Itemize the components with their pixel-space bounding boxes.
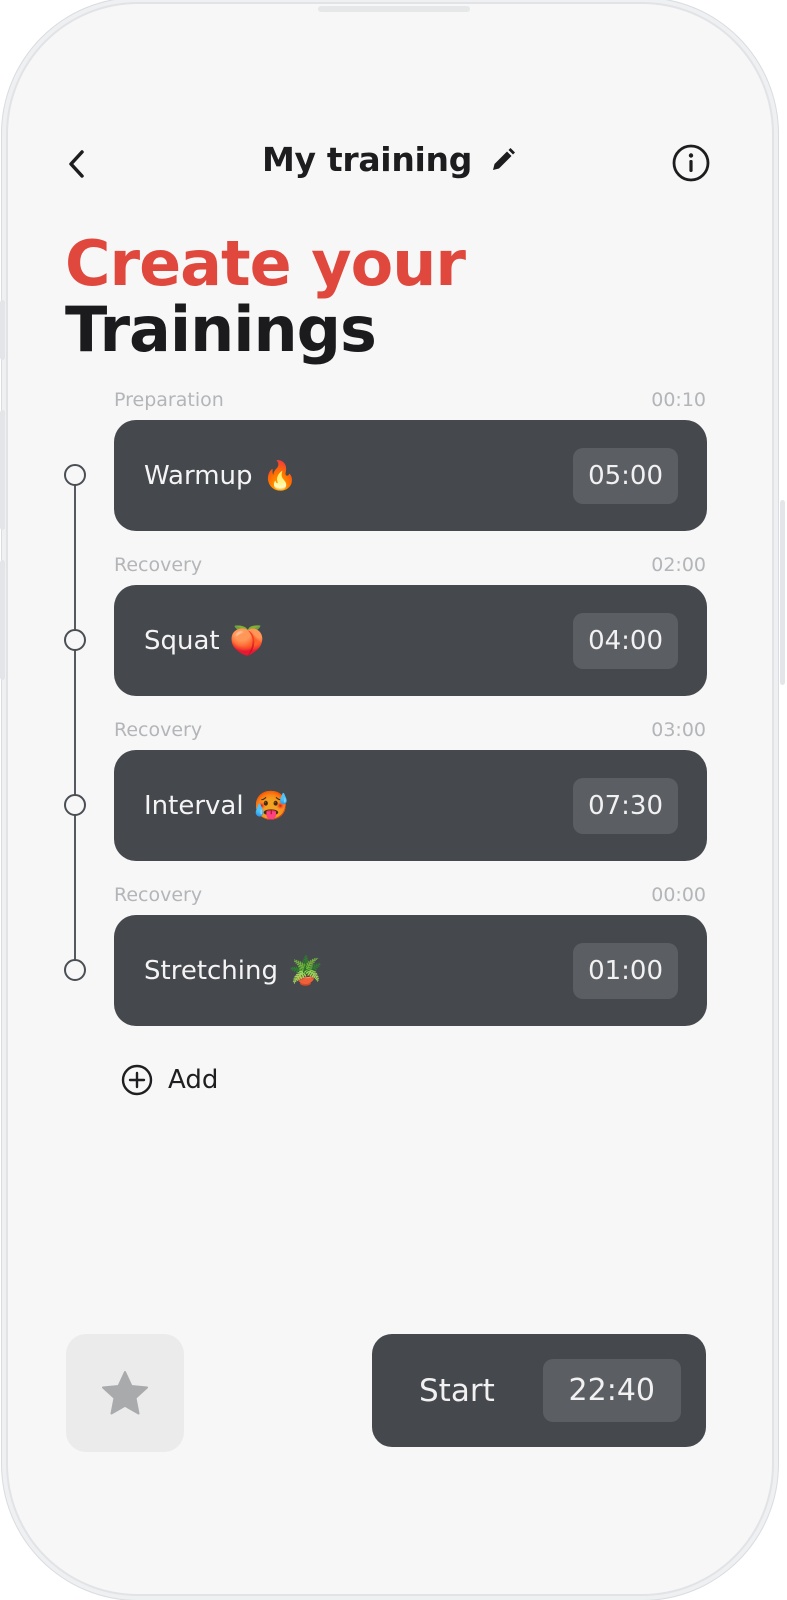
fire-emoji-icon: 🔥 <box>262 459 298 492</box>
edit-title-button[interactable] <box>488 145 518 175</box>
timeline-dot <box>64 464 86 486</box>
timeline-line <box>74 475 76 971</box>
header: My training <box>8 140 772 179</box>
info-circle-icon <box>672 144 710 182</box>
training-card-stretching[interactable]: Stretching 🪴 01:00 <box>114 915 707 1026</box>
plus-circle-icon <box>121 1064 153 1096</box>
phase-row: Recovery 00:00 <box>114 884 706 906</box>
training-name-row: Squat 🍑 <box>144 624 265 657</box>
phase-label: Recovery <box>114 554 203 576</box>
phone-frame: My training Create your Trainings Prepar… <box>8 4 772 1594</box>
page-title: My training <box>261 140 473 179</box>
training-name: Interval <box>144 790 244 821</box>
duration-chip[interactable]: 04:00 <box>573 612 678 669</box>
timeline-dot <box>64 794 86 816</box>
volume-down-button <box>0 560 5 680</box>
training-name: Warmup <box>144 460 253 491</box>
training-card-squat[interactable]: Squat 🍑 04:00 <box>114 585 707 696</box>
power-button <box>780 500 785 685</box>
add-label: Add <box>168 1065 219 1095</box>
headline: Create your Trainings <box>65 227 466 366</box>
phase-label: Recovery <box>114 719 203 741</box>
training-card-warmup[interactable]: Warmup 🔥 05:00 <box>114 420 707 531</box>
mute-switch <box>0 300 5 360</box>
hot-face-emoji-icon: 🥵 <box>253 789 289 822</box>
training-name-row: Interval 🥵 <box>144 789 288 822</box>
phase-row: Preparation 00:10 <box>114 389 706 411</box>
phase-label: Recovery <box>114 884 203 906</box>
training-card-interval[interactable]: Interval 🥵 07:30 <box>114 750 707 861</box>
duration-chip[interactable]: 05:00 <box>573 447 678 504</box>
training-name: Stretching <box>144 955 278 986</box>
favorite-button[interactable] <box>66 1334 184 1452</box>
phase-label: Preparation <box>114 389 224 411</box>
training-name: Squat <box>144 625 220 656</box>
top-speaker <box>318 6 470 12</box>
phase-row: Recovery 03:00 <box>114 719 706 741</box>
duration-chip[interactable]: 01:00 <box>573 942 678 999</box>
timeline-dot <box>64 959 86 981</box>
peach-emoji-icon: 🍑 <box>229 624 265 657</box>
phase-time: 03:00 <box>651 719 706 741</box>
duration-chip[interactable]: 07:30 <box>573 777 678 834</box>
pencil-icon <box>493 147 516 170</box>
training-name-row: Stretching 🪴 <box>144 954 323 987</box>
potted-plant-emoji-icon: 🪴 <box>288 954 323 987</box>
info-button[interactable] <box>671 143 711 183</box>
headline-main: Trainings <box>65 293 377 366</box>
phase-time: 00:10 <box>651 389 706 411</box>
phase-time: 00:00 <box>651 884 706 906</box>
total-time-chip: 22:40 <box>542 1359 681 1422</box>
phase-row: Recovery 02:00 <box>114 554 706 576</box>
star-icon <box>102 1371 148 1415</box>
start-label: Start <box>419 1372 495 1409</box>
start-button[interactable]: Start 22:40 <box>372 1334 706 1447</box>
phase-time: 02:00 <box>651 554 706 576</box>
add-training-button[interactable]: Add <box>120 1063 218 1097</box>
timeline-dot <box>64 629 86 651</box>
volume-up-button <box>0 410 5 530</box>
training-name-row: Warmup 🔥 <box>144 459 297 492</box>
headline-accent: Create your <box>65 227 466 300</box>
